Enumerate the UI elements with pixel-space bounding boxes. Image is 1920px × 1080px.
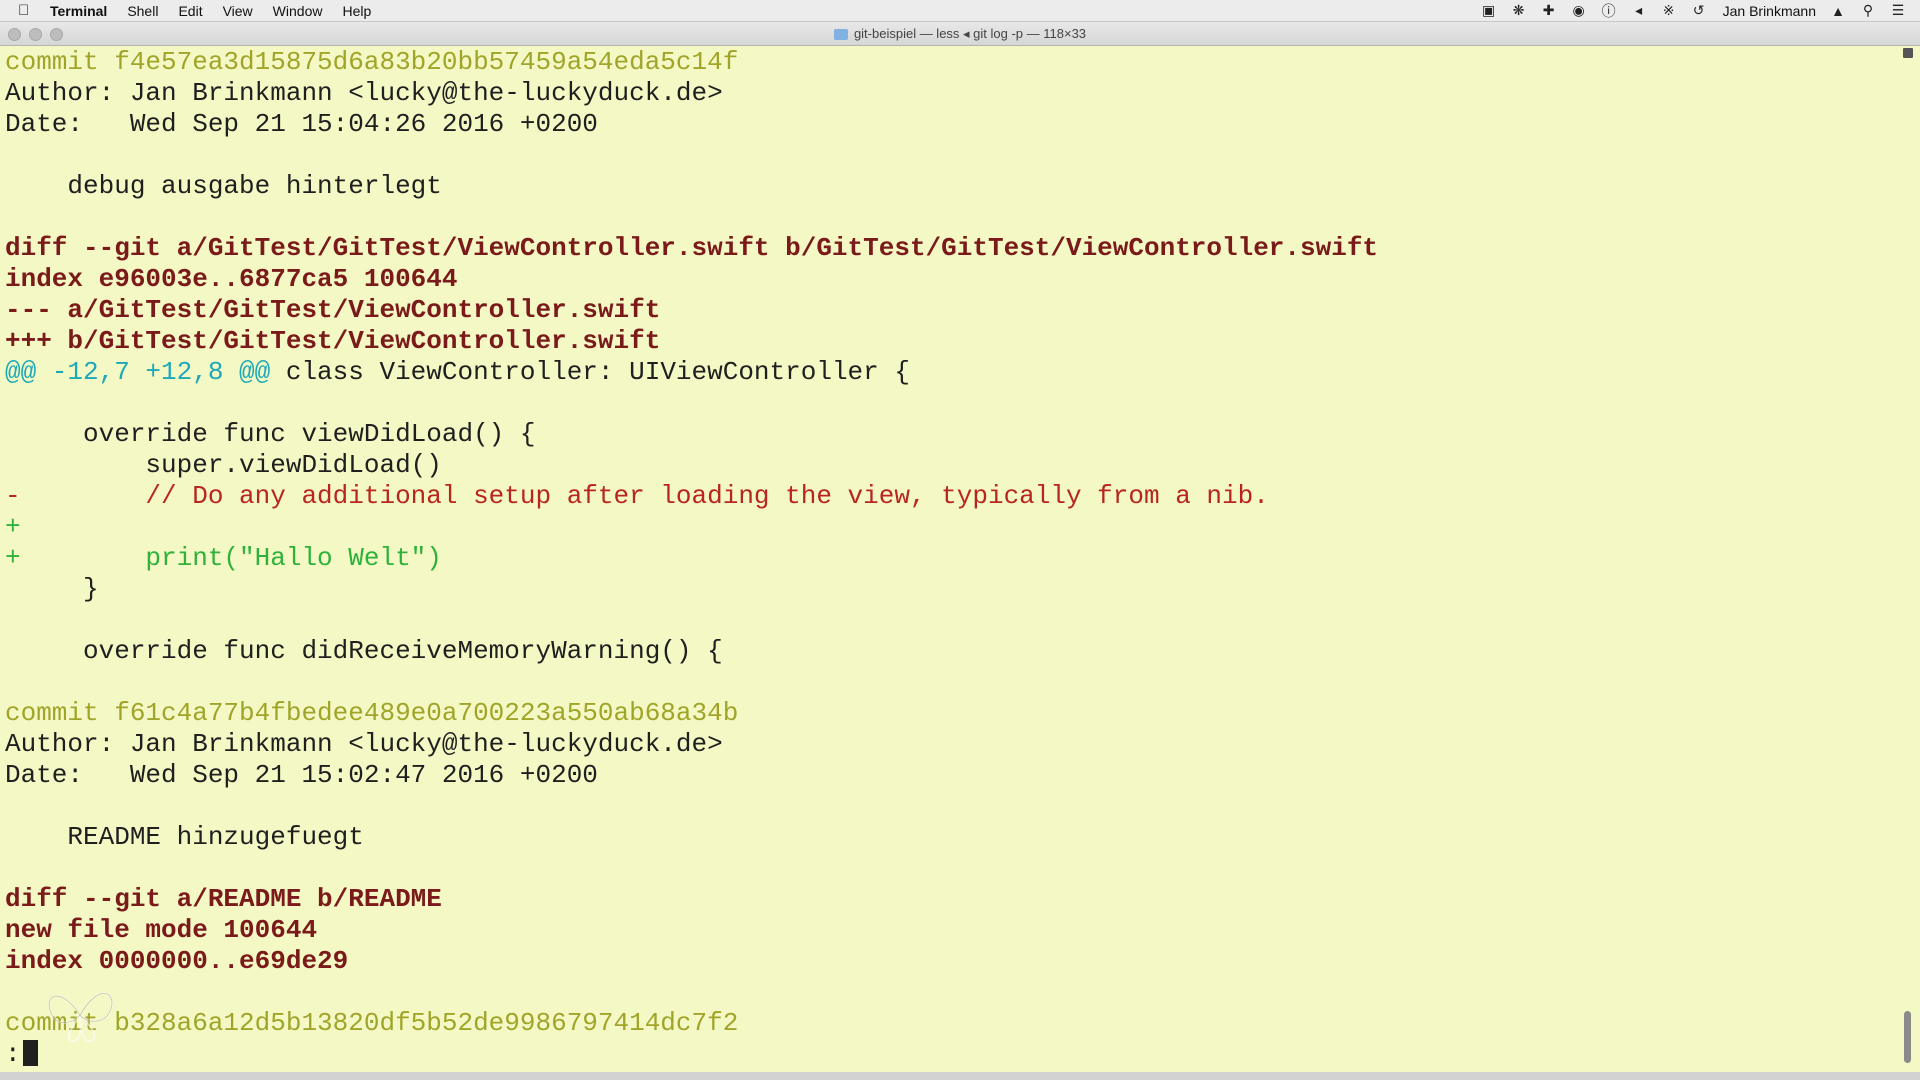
menu-bar:  Terminal Shell Edit View Window Help ▣… <box>0 0 1920 22</box>
puzzle-icon[interactable]: ✚ <box>1541 2 1557 19</box>
terminal-line: commit b328a6a12d5b13820df5b52de99867974… <box>5 1008 1898 1039</box>
folder-icon <box>833 29 848 40</box>
terminal-line-text: commit f61c4a77b4fbedee489e0a700223a550a… <box>5 698 739 728</box>
search-icon[interactable]: ⚲ <box>1860 2 1876 19</box>
terminal-line-text: @@ -12,7 +12,8 @@ <box>5 357 271 387</box>
menu-help[interactable]: Help <box>342 3 371 19</box>
info-icon[interactable]: ⓘ <box>1601 1 1617 21</box>
terminal-line: +++ b/GitTest/GitTest/ViewController.swi… <box>5 326 1898 357</box>
terminal-line: @@ -12,7 +12,8 @@ class ViewController: … <box>5 357 1898 388</box>
apple-icon[interactable]:  <box>18 2 36 19</box>
dropbox-icon[interactable]: ❋ <box>1511 2 1527 19</box>
terminal-line-text: commit f4e57ea3d15875d6a83b20bb57459a54e… <box>5 47 739 77</box>
terminal-line-text: } <box>5 574 99 604</box>
scroll-thumb[interactable] <box>1904 1011 1911 1063</box>
terminal-line-text: override func viewDidLoad() { <box>5 419 536 449</box>
window-titlebar[interactable]: git-beispiel — less ◂ git log -p — 118×3… <box>0 22 1920 46</box>
menu-shell[interactable]: Shell <box>127 3 158 19</box>
terminal-line: super.viewDidLoad() <box>5 450 1898 481</box>
terminal-output[interactable]: commit f4e57ea3d15875d6a83b20bb57459a54e… <box>0 46 1898 1072</box>
terminal-line-text: super.viewDidLoad() <box>5 450 442 480</box>
terminal-line-text: new file mode 100644 <box>5 915 318 945</box>
terminal-line: - // Do any additional setup after loadi… <box>5 481 1898 512</box>
menu-window[interactable]: Window <box>273 3 323 19</box>
terminal-line: Date: Wed Sep 21 15:02:47 2016 +0200 <box>5 760 1898 791</box>
terminal-line: diff --git a/GitTest/GitTest/ViewControl… <box>5 233 1898 264</box>
terminal-line-text: index 0000000..e69de29 <box>5 946 349 976</box>
terminal-line: README hinzugefuegt <box>5 822 1898 853</box>
camera-icon[interactable]: ▣ <box>1481 2 1497 19</box>
terminal-line-text: override func didReceiveMemoryWarning() … <box>5 636 723 666</box>
terminal-line-text: --- a/GitTest/GitTest/ViewController.swi… <box>5 295 661 325</box>
menu-app-terminal[interactable]: Terminal <box>50 3 107 19</box>
terminal-line: commit f4e57ea3d15875d6a83b20bb57459a54e… <box>5 47 1898 78</box>
volume-icon[interactable]: ◂ <box>1631 2 1647 19</box>
window-bottom-edge <box>0 1072 1920 1080</box>
menu-edit[interactable]: Edit <box>178 3 202 19</box>
menu-view[interactable]: View <box>223 3 253 19</box>
terminal-line: + print("Hallo Welt") <box>5 543 1898 574</box>
terminal-line: commit f61c4a77b4fbedee489e0a700223a550a… <box>5 698 1898 729</box>
status-area: ▣ ❋ ✚ ◉ ⓘ ◂ ※ ↺ Jan Brinkmann ▲ ⚲ ☰ <box>1467 1 1906 21</box>
terminal-line-rest: class ViewController: UIViewController { <box>270 357 910 387</box>
time-machine-icon[interactable]: ↺ <box>1691 2 1707 19</box>
terminal-line: index 0000000..e69de29 <box>5 946 1898 977</box>
terminal-line-text: +++ b/GitTest/GitTest/ViewController.swi… <box>5 326 661 356</box>
terminal-line: } <box>5 574 1898 605</box>
close-button[interactable] <box>8 28 21 41</box>
less-prompt-line[interactable]: : <box>5 1039 1898 1070</box>
bluetooth-icon[interactable]: ※ <box>1661 2 1677 19</box>
terminal-line-text: Author: Jan Brinkmann <lucky@the-luckydu… <box>5 729 723 759</box>
terminal-line: Author: Jan Brinkmann <lucky@the-luckydu… <box>5 729 1898 760</box>
terminal-line: index e96003e..6877ca5 100644 <box>5 264 1898 295</box>
leaf-icon[interactable]: ◉ <box>1571 2 1587 19</box>
terminal-line: diff --git a/README b/README <box>5 884 1898 915</box>
terminal-line: override func viewDidLoad() { <box>5 419 1898 450</box>
user-name[interactable]: Jan Brinkmann <box>1723 3 1816 19</box>
less-prompt: : <box>5 1039 21 1069</box>
terminal-line-text: Date: Wed Sep 21 15:02:47 2016 +0200 <box>5 760 598 790</box>
terminal-line: Author: Jan Brinkmann <lucky@the-luckydu… <box>5 78 1898 109</box>
scrollbar[interactable] <box>1898 46 1920 1072</box>
terminal-line-text: - // Do any additional setup after loadi… <box>5 481 1269 511</box>
terminal-line-text: diff --git a/GitTest/GitTest/ViewControl… <box>5 233 1379 263</box>
terminal-line-text: + print("Hallo Welt") <box>5 543 442 573</box>
window-title: git-beispiel — less ◂ git log -p — 118×3… <box>853 25 1087 41</box>
list-icon[interactable]: ☰ <box>1890 2 1906 19</box>
terminal-line-text: debug ausgabe hinterlegt <box>5 171 442 201</box>
window-controls <box>8 28 71 41</box>
terminal-line: Date: Wed Sep 21 15:04:26 2016 +0200 <box>5 109 1898 140</box>
terminal-line-text: Date: Wed Sep 21 15:04:26 2016 +0200 <box>5 109 598 139</box>
terminal-line: --- a/GitTest/GitTest/ViewController.swi… <box>5 295 1898 326</box>
text-cursor <box>22 1040 38 1066</box>
zoom-button[interactable] <box>50 28 63 41</box>
terminal-line-text: README hinzugefuegt <box>5 822 364 852</box>
wifi-icon[interactable]: ▲ <box>1830 3 1846 19</box>
terminal-line-text: Author: Jan Brinkmann <lucky@the-luckydu… <box>5 78 723 108</box>
terminal-line-text: diff --git a/README b/README <box>5 884 442 914</box>
terminal-line-text: index e96003e..6877ca5 100644 <box>5 264 458 294</box>
scroll-marker-icon <box>1903 48 1913 58</box>
terminal-line: new file mode 100644 <box>5 915 1898 946</box>
terminal-line: debug ausgabe hinterlegt <box>5 171 1898 202</box>
butterfly-watermark-icon <box>48 992 113 1043</box>
minimize-button[interactable] <box>29 28 42 41</box>
terminal-line: + <box>5 512 1898 543</box>
terminal-line: override func didReceiveMemoryWarning() … <box>5 636 1898 667</box>
terminal-line-text: + <box>5 512 21 542</box>
